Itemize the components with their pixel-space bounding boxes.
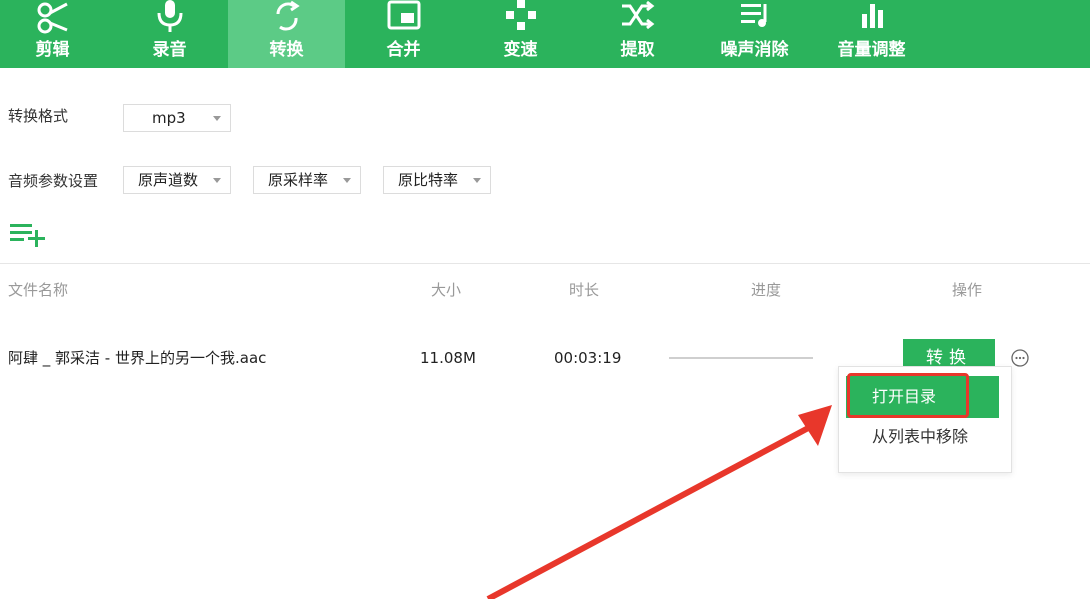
extract-icon — [579, 0, 696, 34]
volume-bars-icon — [813, 0, 930, 34]
tool-convert[interactable]: 转换 — [228, 0, 345, 68]
tool-record[interactable]: 录音 — [111, 0, 228, 68]
add-list-icon — [10, 224, 45, 247]
noise-removal-icon — [696, 0, 813, 34]
header-divider — [0, 263, 1090, 264]
chevron-down-icon — [343, 178, 351, 183]
tool-convert-label: 转换 — [269, 40, 304, 60]
format-label: 转换格式 — [8, 107, 69, 125]
speed-icon — [462, 0, 579, 34]
format-select-value: mp3 — [152, 109, 186, 127]
tool-noise-removal-label: 噪声消除 — [720, 40, 789, 60]
scissors-icon — [0, 0, 111, 34]
tool-speed-label: 变速 — [503, 40, 538, 60]
tool-record-label: 录音 — [152, 40, 187, 60]
tool-cut[interactable]: 剪辑 — [0, 0, 111, 68]
col-header-size: 大小 — [431, 281, 462, 299]
add-files-button[interactable] — [10, 222, 48, 248]
file-duration: 00:03:19 — [554, 349, 622, 367]
tool-extract-label: 提取 — [620, 40, 655, 60]
col-header-duration: 时长 — [569, 281, 600, 299]
tool-merge-label: 合并 — [386, 40, 421, 60]
audio-params-label: 音频参数设置 — [8, 172, 99, 190]
col-header-name: 文件名称 — [8, 281, 69, 299]
format-select[interactable]: mp3 — [123, 104, 231, 132]
more-options-button[interactable] — [1011, 349, 1029, 367]
tool-speed[interactable]: 变速 — [462, 0, 579, 68]
tool-merge[interactable]: 合并 — [345, 0, 462, 68]
col-header-progress: 进度 — [751, 281, 782, 299]
channels-select-value: 原声道数 — [138, 171, 199, 189]
more-options-icon — [1011, 349, 1029, 367]
channels-select[interactable]: 原声道数 — [123, 166, 231, 194]
tool-noise-removal[interactable]: 噪声消除 — [696, 0, 813, 68]
highlight-box — [847, 373, 969, 418]
tool-volume[interactable]: 音量调整 — [813, 0, 930, 68]
progress-bar — [669, 357, 813, 359]
tool-cut-label: 剪辑 — [35, 40, 70, 60]
chevron-down-icon — [213, 178, 221, 183]
chevron-down-icon — [213, 116, 221, 121]
main-toolbar: 剪辑 录音 转换 合并 变速 提取 噪声消除 音量调整 — [0, 0, 1090, 68]
menu-item-remove[interactable]: 从列表中移除 — [872, 426, 968, 448]
tool-extract[interactable]: 提取 — [579, 0, 696, 68]
bitrate-select[interactable]: 原比特率 — [383, 166, 491, 194]
merge-icon — [345, 0, 462, 34]
tool-volume-label: 音量调整 — [837, 40, 906, 60]
convert-icon — [228, 0, 345, 34]
col-header-action: 操作 — [952, 281, 983, 299]
file-name: 阿肆 _ 郭采洁 - 世界上的另一个我.aac — [8, 349, 267, 367]
sample-rate-select-value: 原采样率 — [268, 171, 329, 189]
sample-rate-select[interactable]: 原采样率 — [253, 166, 361, 194]
bitrate-select-value: 原比特率 — [398, 171, 459, 189]
file-size: 11.08M — [420, 349, 476, 367]
chevron-down-icon — [473, 178, 481, 183]
microphone-icon — [111, 0, 228, 34]
annotation-arrow — [486, 405, 832, 599]
